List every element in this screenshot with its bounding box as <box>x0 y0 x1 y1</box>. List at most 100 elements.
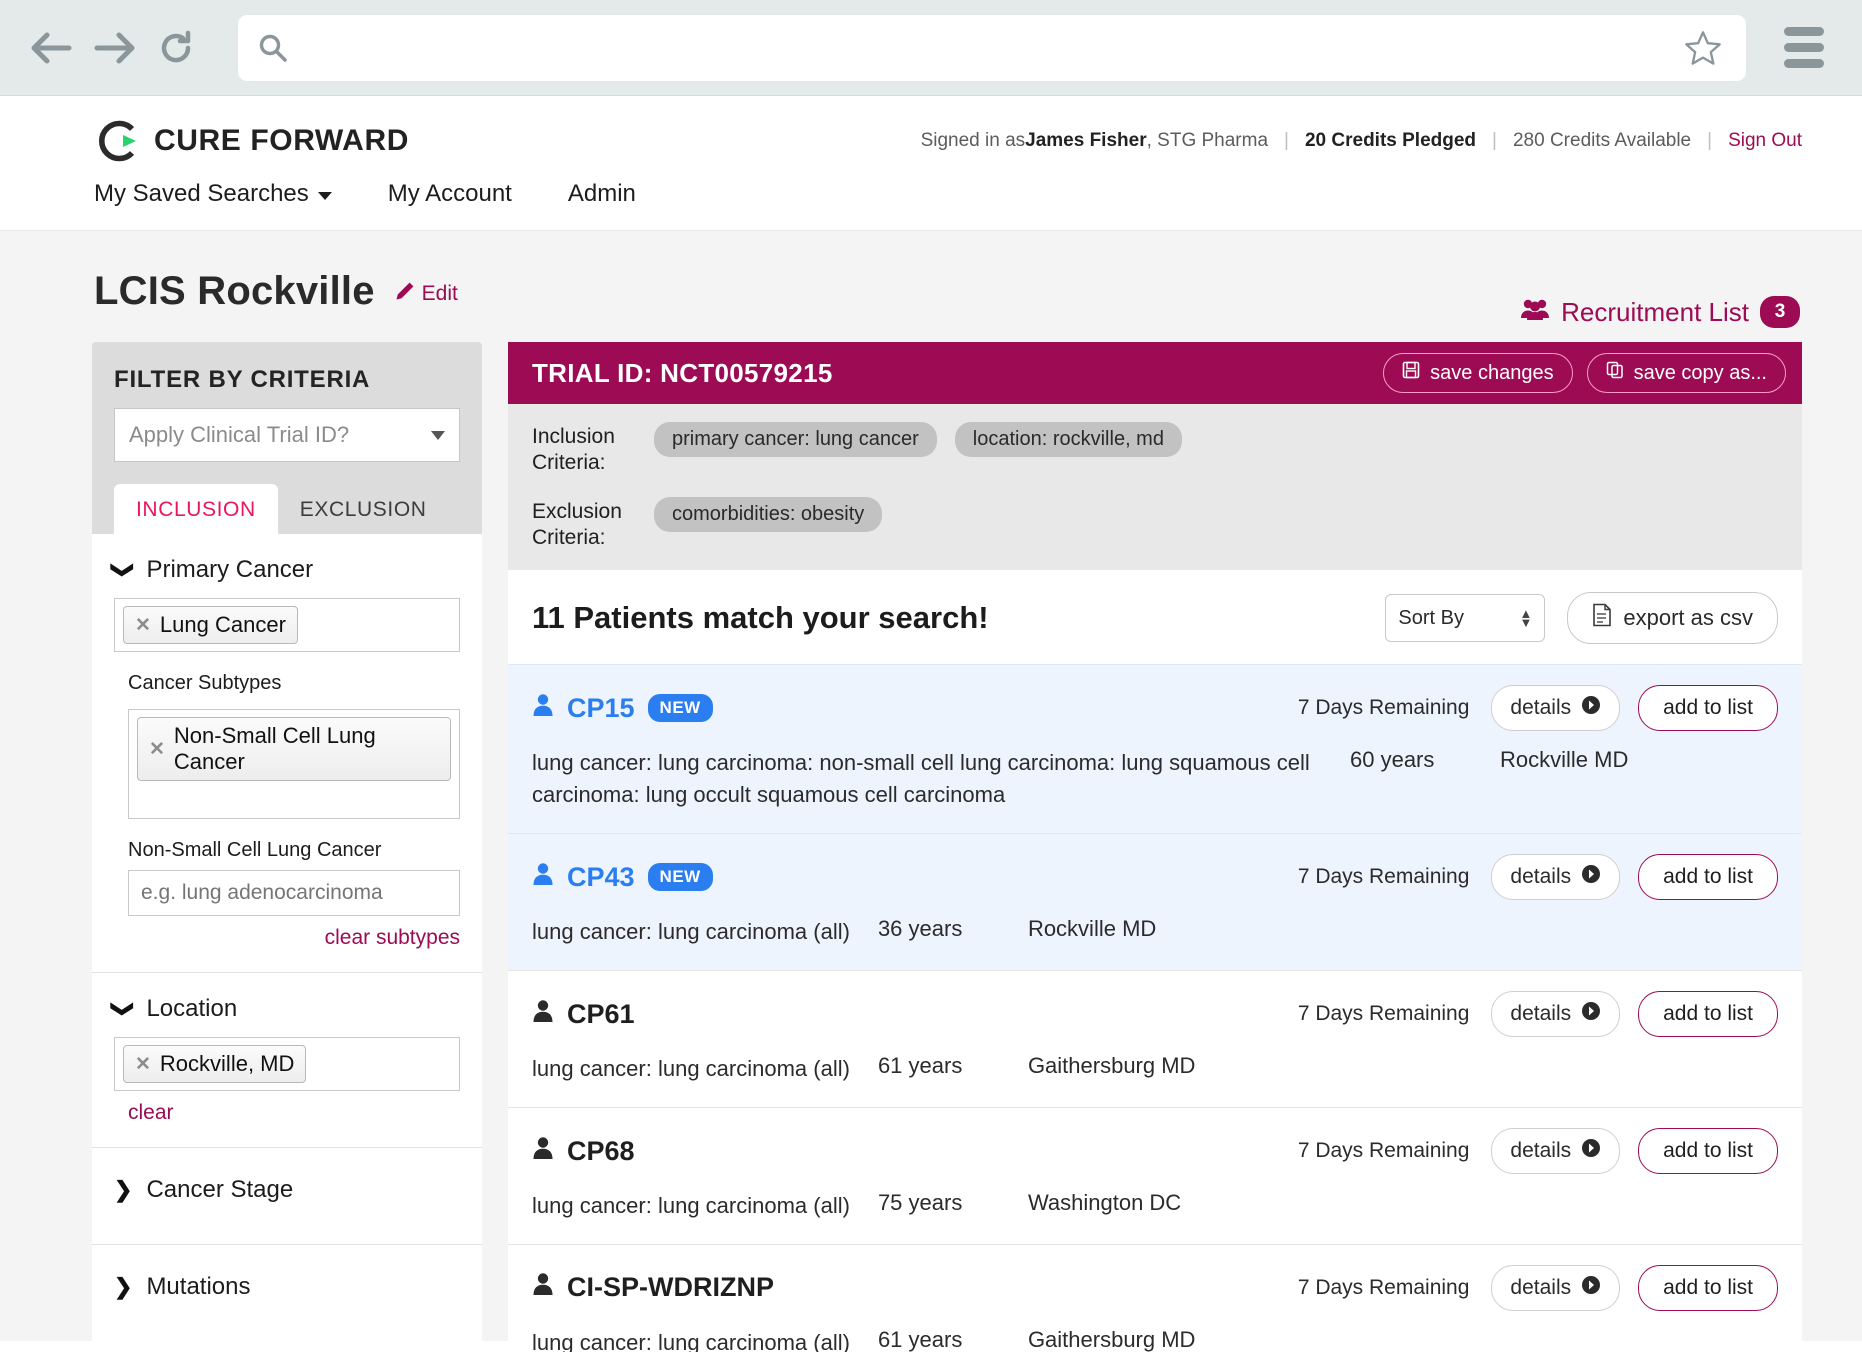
nav-item-my-saved-searches[interactable]: My Saved Searches <box>94 180 332 208</box>
token-non-small-cell-lung-cancer[interactable]: ✕ Non-Small Cell Lung Cancer <box>137 717 451 781</box>
days-remaining: 7 Days Remaining <box>1297 865 1470 889</box>
add-to-list-button[interactable]: add to list <box>1638 991 1778 1038</box>
copy-icon <box>1606 361 1624 385</box>
section-header-cancer-stage[interactable]: ❯ Cancer Stage <box>114 1176 460 1204</box>
remove-token-icon[interactable]: ✕ <box>135 614 151 637</box>
chip-comorbidities[interactable]: comorbidities: obesity <box>654 497 883 533</box>
patient-identity[interactable]: CI-SP-WDRIZNP <box>532 1272 774 1303</box>
section-header-primary-cancer[interactable]: ❯ Primary Cancer <box>111 556 460 584</box>
patient-row-bottom: lung cancer: lung carcinoma (all) 61 yea… <box>532 1327 1778 1352</box>
remove-token-icon[interactable]: ✕ <box>135 1053 151 1076</box>
details-label: details <box>1510 1275 1572 1299</box>
patient-row[interactable]: CP15 NEW 7 Days Remaining details add to… <box>508 664 1802 834</box>
chevron-right-circle-icon <box>1581 864 1601 890</box>
reload-icon <box>157 29 195 67</box>
save-copy-as-button[interactable]: save copy as... <box>1586 353 1786 393</box>
save-copy-as-label: save copy as... <box>1633 361 1767 384</box>
results-panel: TRIAL ID: NCT00579215 save changes save … <box>508 342 1802 1352</box>
chevron-right-circle-icon <box>1581 695 1601 721</box>
subtype-search-input[interactable] <box>128 870 460 916</box>
cure-forward-logo-icon <box>94 118 140 164</box>
add-to-list-button[interactable]: add to list <box>1638 685 1778 732</box>
address-bar[interactable] <box>238 14 1746 81</box>
section-header-location[interactable]: ❯ Location <box>111 995 460 1023</box>
token-rockville-md[interactable]: ✕ Rockville, MD <box>123 1045 307 1083</box>
location-token-box[interactable]: ✕ Rockville, MD <box>114 1037 460 1091</box>
details-button[interactable]: details <box>1491 1128 1621 1174</box>
cancer-subtypes-token-box[interactable]: ✕ Non-Small Cell Lung Cancer <box>128 709 460 819</box>
patient-identity[interactable]: CP43 NEW <box>532 862 713 893</box>
clear-location-link[interactable]: clear <box>128 1101 174 1125</box>
results-tools: Sort By ▲ ▼ export as csv <box>1385 592 1778 645</box>
cancer-subtypes-wrap: ✕ Non-Small Cell Lung Cancer <box>128 709 460 819</box>
edit-search-button[interactable]: Edit <box>395 281 458 307</box>
details-button[interactable]: details <box>1491 1264 1621 1311</box>
patient-diagnosis: lung cancer: lung carcinoma (all) <box>532 1193 850 1218</box>
export-as-csv-button[interactable]: export as csv <box>1567 592 1778 645</box>
forward-button[interactable] <box>86 20 142 76</box>
trial-id-bar: TRIAL ID: NCT00579215 save changes save … <box>508 342 1802 404</box>
hamburger-menu-icon[interactable] <box>1770 20 1838 76</box>
details-label: details <box>1510 865 1572 889</box>
add-to-list-label: add to list <box>1663 865 1753 889</box>
patient-diagnosis: lung cancer: lung carcinoma (all) <box>532 919 850 945</box>
chevron-down-icon <box>431 430 445 440</box>
details-button[interactable]: details <box>1491 685 1621 732</box>
reload-button[interactable] <box>148 20 204 76</box>
remove-token-icon[interactable]: ✕ <box>149 738 165 761</box>
nav-item-my-account[interactable]: My Account <box>388 180 512 208</box>
back-button[interactable] <box>24 20 80 76</box>
days-remaining: 7 Days Remaining <box>1297 1002 1470 1026</box>
section-label: Cancer Stage <box>146 1176 294 1203</box>
patient-actions: 7 Days Remaining details add to list <box>1298 1264 1778 1311</box>
save-changes-button[interactable]: save changes <box>1383 353 1573 393</box>
add-to-list-button[interactable]: add to list <box>1638 1128 1778 1174</box>
nav-item-admin[interactable]: Admin <box>568 180 636 208</box>
cancer-subtypes-label: Cancer Subtypes <box>128 672 282 694</box>
details-button[interactable]: details <box>1491 991 1621 1038</box>
patient-age: 75 years <box>877 1190 963 1215</box>
trial-actions: save changes save copy as... <box>1383 353 1786 393</box>
account-meta: Signed in as James Fisher , STG Pharma |… <box>921 130 1802 152</box>
chip-primary-cancer[interactable]: primary cancer: lung cancer <box>654 422 937 457</box>
token-lung-cancer[interactable]: ✕ Lung Cancer <box>123 606 298 644</box>
patient-id: CP61 <box>567 998 635 1029</box>
brand-logo[interactable]: CURE FORWARD <box>94 118 409 164</box>
apply-clinical-trial-id-select[interactable]: Apply Clinical Trial ID? <box>114 408 460 462</box>
recruitment-list-button[interactable]: Recruitment List 3 <box>1520 296 1800 328</box>
page-body: LCIS Rockville Edit Recruitment List 3 F… <box>0 231 1862 1352</box>
section-label: Primary Cancer <box>146 556 314 583</box>
clear-subtypes-link[interactable]: clear subtypes <box>114 926 460 950</box>
section-header-mutations[interactable]: ❯ Mutations <box>114 1273 460 1301</box>
filter-sidebar: FILTER BY CRITERIA Apply Clinical Trial … <box>92 342 482 1349</box>
patient-row[interactable]: CP43 NEW 7 Days Remaining details add to… <box>508 833 1802 971</box>
add-to-list-button[interactable]: add to list <box>1638 1264 1778 1311</box>
sort-by-select[interactable]: Sort By ▲ ▼ <box>1385 594 1546 643</box>
patient-age: 36 years <box>877 916 963 942</box>
chip-location[interactable]: location: rockville, md <box>954 422 1182 457</box>
add-to-list-button[interactable]: add to list <box>1638 854 1778 901</box>
days-remaining: 7 Days Remaining <box>1297 1139 1470 1162</box>
patient-identity[interactable]: CP68 <box>532 1136 635 1167</box>
patient-row-bottom: lung cancer: lung carcinoma (all) 61 yea… <box>532 1053 1778 1085</box>
patient-location: Rockville MD <box>1027 916 1157 942</box>
patient-identity[interactable]: CP15 NEW <box>532 693 713 724</box>
search-input[interactable] <box>300 33 1680 62</box>
patient-identity[interactable]: CP61 <box>532 999 635 1030</box>
primary-cancer-token-box[interactable]: ✕ Lung Cancer <box>114 598 460 652</box>
details-button[interactable]: details <box>1491 854 1621 901</box>
patient-row[interactable]: CP61 7 Days Remaining details add to lis… <box>508 970 1802 1107</box>
sign-out-link[interactable]: Sign Out <box>1728 130 1802 152</box>
new-badge: NEW <box>647 863 713 892</box>
star-icon[interactable] <box>1680 25 1726 71</box>
patient-row[interactable]: CP68 7 Days Remaining details add to lis… <box>508 1107 1802 1244</box>
details-label: details <box>1510 1139 1572 1162</box>
patient-row-top: CP68 7 Days Remaining details add to lis… <box>532 1128 1778 1174</box>
tab-inclusion[interactable]: INCLUSION <box>114 484 278 534</box>
patient-age: 61 years <box>877 1053 963 1079</box>
patient-actions: 7 Days Remaining details add to list <box>1298 1128 1778 1174</box>
tab-exclusion[interactable]: EXCLUSION <box>278 484 449 534</box>
patient-row[interactable]: CI-SP-WDRIZNP 7 Days Remaining details a… <box>508 1243 1802 1352</box>
patient-row-bottom: lung cancer: lung carcinoma: non-small c… <box>532 747 1778 811</box>
filter-section-mutations: ❯ Mutations <box>92 1245 482 1349</box>
